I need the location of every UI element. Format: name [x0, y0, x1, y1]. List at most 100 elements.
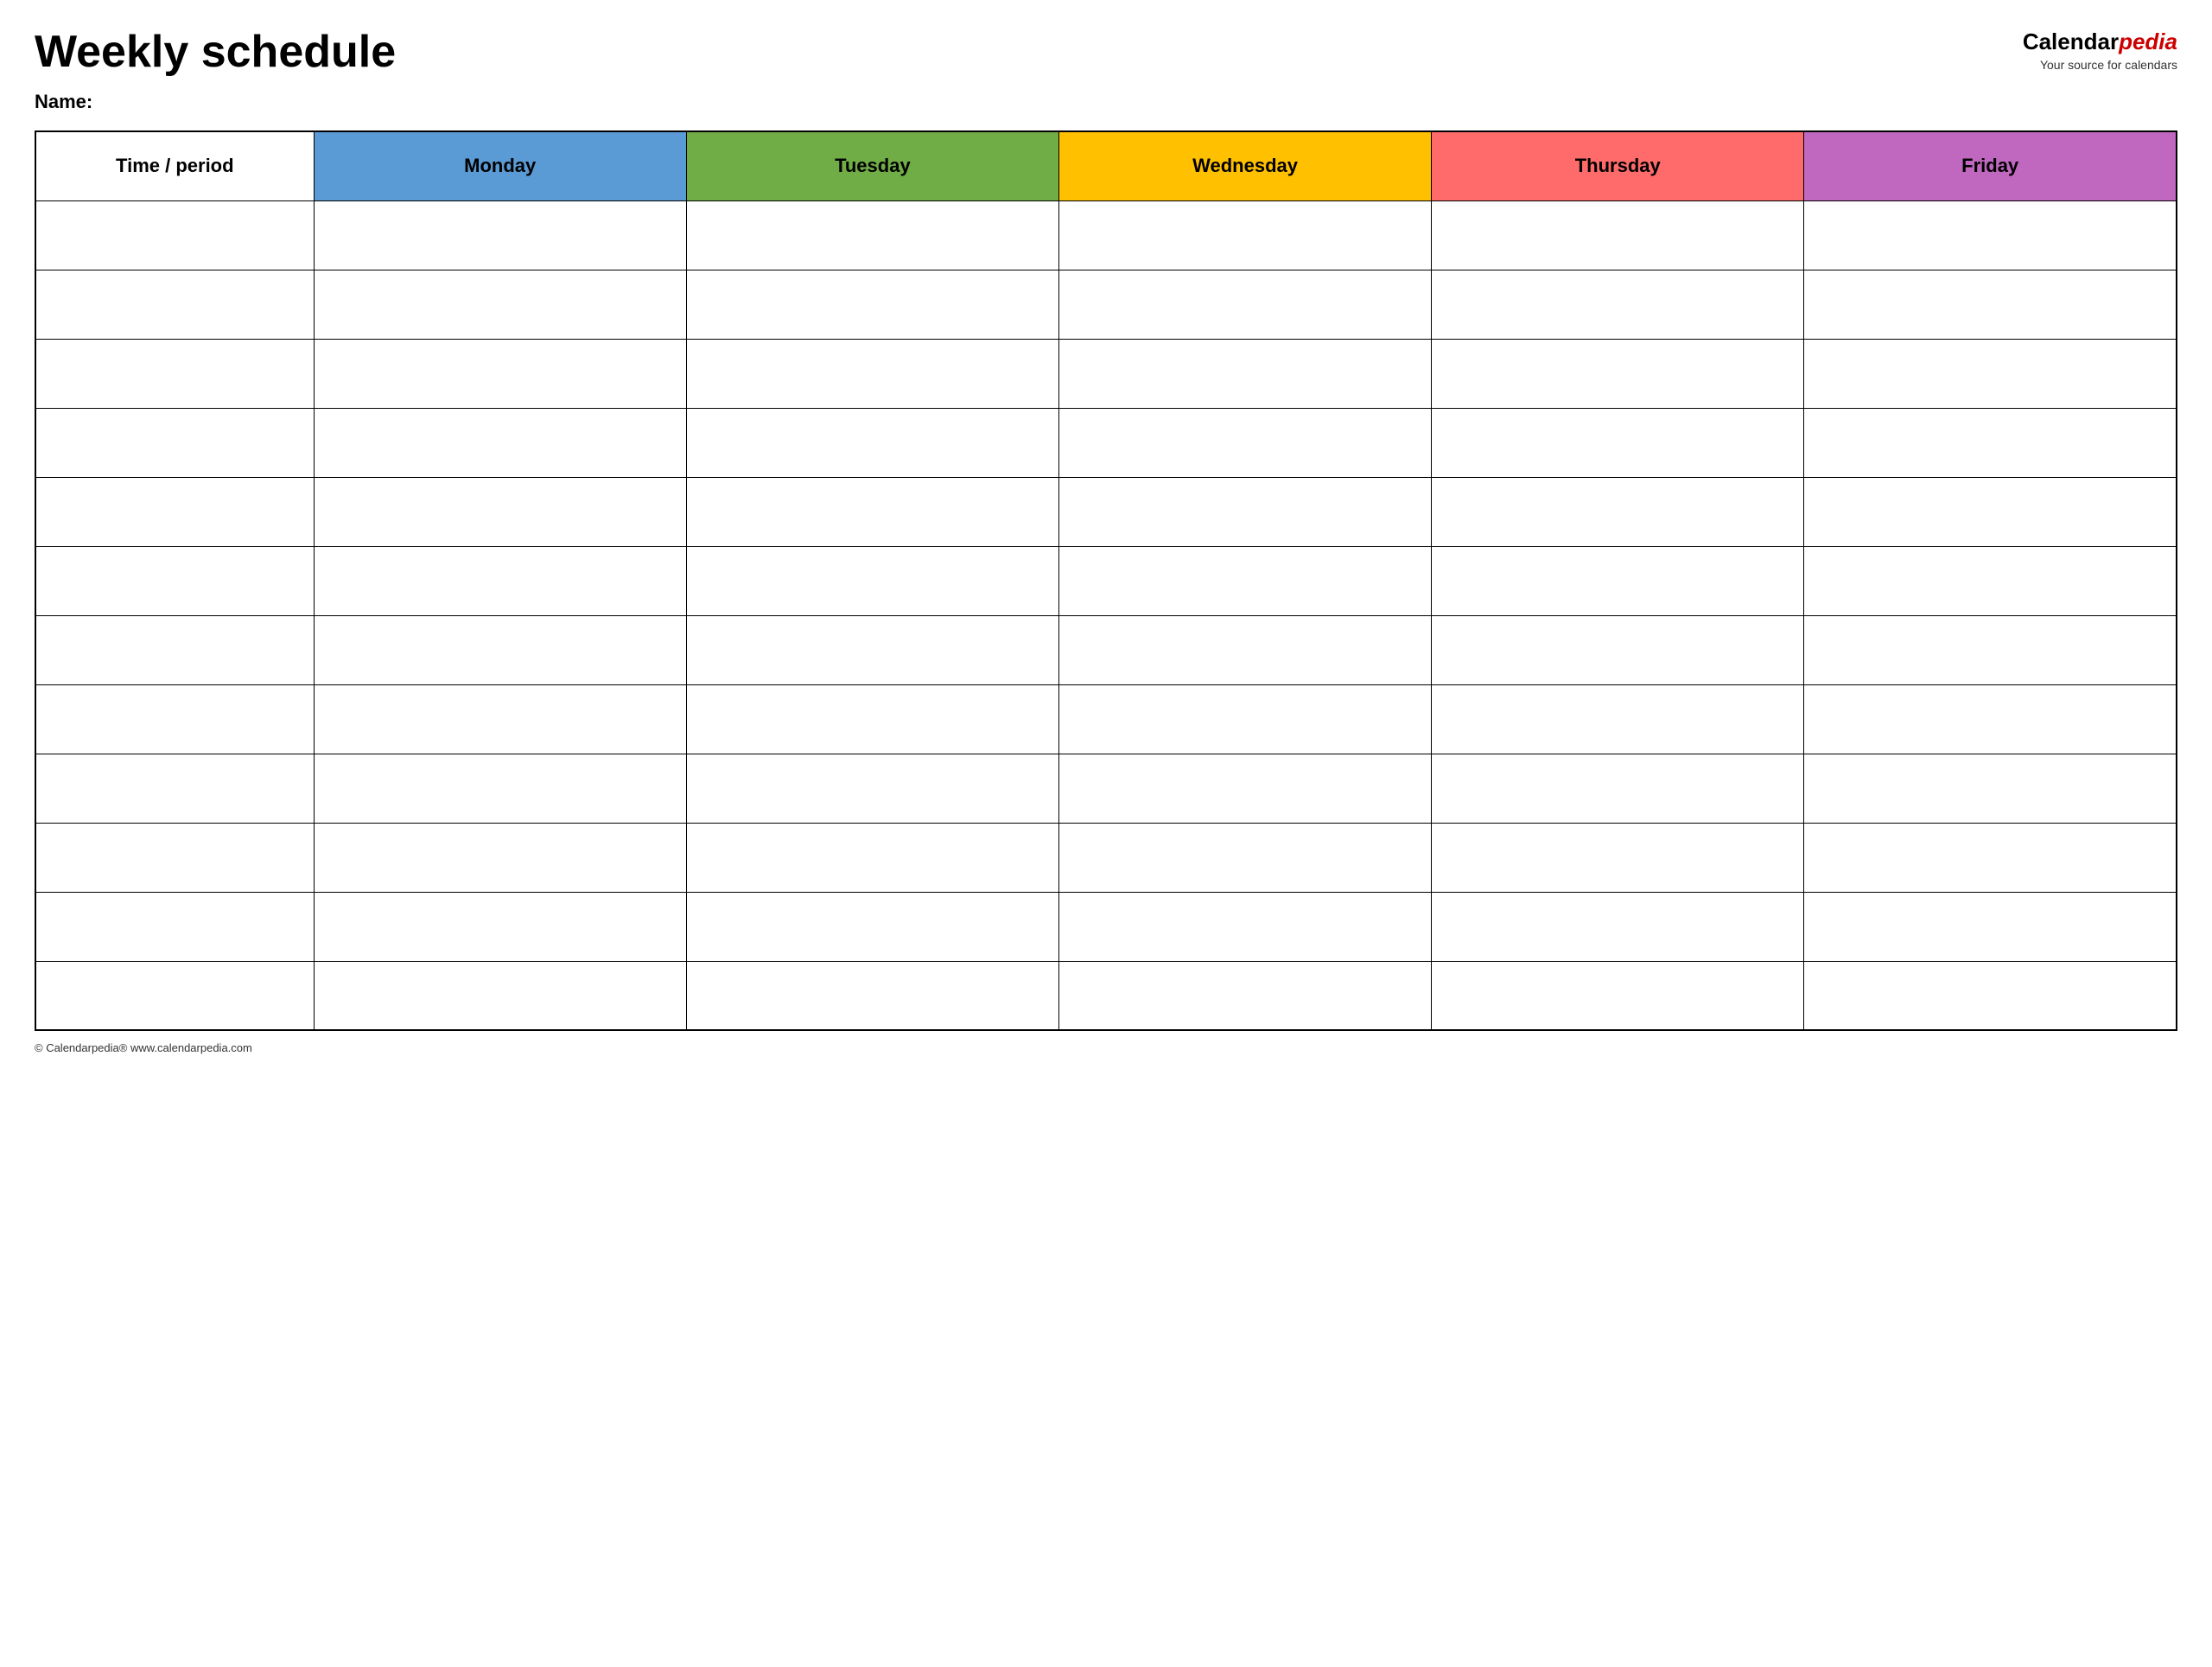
table-row — [35, 615, 2177, 684]
brand-calendar-text: Calendar — [2023, 29, 2119, 54]
schedule-cell[interactable] — [1804, 754, 2177, 823]
table-row — [35, 892, 2177, 961]
schedule-body — [35, 200, 2177, 1030]
brand-name: Calendarpedia — [2023, 28, 2177, 57]
schedule-cell[interactable] — [1058, 270, 1431, 339]
schedule-cell[interactable] — [1432, 823, 1804, 892]
schedule-cell[interactable] — [1058, 961, 1431, 1030]
table-row — [35, 270, 2177, 339]
schedule-cell[interactable] — [314, 200, 686, 270]
schedule-cell[interactable] — [1804, 546, 2177, 615]
time-cell[interactable] — [35, 339, 314, 408]
footer-text: © Calendarpedia® www.calendarpedia.com — [35, 1041, 252, 1054]
schedule-cell[interactable] — [1058, 823, 1431, 892]
schedule-cell[interactable] — [314, 823, 686, 892]
schedule-cell[interactable] — [1804, 477, 2177, 546]
schedule-cell[interactable] — [686, 754, 1058, 823]
schedule-cell[interactable] — [1804, 408, 2177, 477]
schedule-cell[interactable] — [686, 408, 1058, 477]
time-cell[interactable] — [35, 270, 314, 339]
schedule-cell[interactable] — [1058, 477, 1431, 546]
schedule-cell[interactable] — [314, 477, 686, 546]
schedule-cell[interactable] — [1058, 546, 1431, 615]
col-header-wednesday: Wednesday — [1058, 131, 1431, 200]
schedule-cell[interactable] — [1058, 615, 1431, 684]
schedule-cell[interactable] — [1432, 270, 1804, 339]
table-row — [35, 408, 2177, 477]
table-row — [35, 961, 2177, 1030]
schedule-cell[interactable] — [686, 546, 1058, 615]
time-cell[interactable] — [35, 892, 314, 961]
schedule-cell[interactable] — [314, 961, 686, 1030]
schedule-cell[interactable] — [686, 270, 1058, 339]
brand-pedia-text: pedia — [2119, 29, 2177, 54]
schedule-cell[interactable] — [1432, 477, 1804, 546]
schedule-cell[interactable] — [1058, 408, 1431, 477]
schedule-cell[interactable] — [1058, 754, 1431, 823]
schedule-cell[interactable] — [1432, 408, 1804, 477]
table-row — [35, 339, 2177, 408]
schedule-cell[interactable] — [686, 477, 1058, 546]
schedule-cell[interactable] — [1804, 339, 2177, 408]
schedule-cell[interactable] — [1804, 892, 2177, 961]
time-cell[interactable] — [35, 823, 314, 892]
page-header: Weekly schedule Calendarpedia Your sourc… — [35, 28, 2177, 77]
brand-tagline: Your source for calendars — [2023, 57, 2177, 73]
schedule-cell[interactable] — [1058, 892, 1431, 961]
schedule-cell[interactable] — [1432, 546, 1804, 615]
col-header-time: Time / period — [35, 131, 314, 200]
table-header-row: Time / period Monday Tuesday Wednesday T… — [35, 131, 2177, 200]
schedule-cell[interactable] — [1432, 200, 1804, 270]
col-header-monday: Monday — [314, 131, 686, 200]
schedule-cell[interactable] — [1432, 615, 1804, 684]
table-row — [35, 477, 2177, 546]
schedule-cell[interactable] — [314, 892, 686, 961]
table-row — [35, 200, 2177, 270]
schedule-cell[interactable] — [1432, 754, 1804, 823]
schedule-cell[interactable] — [314, 546, 686, 615]
footer: © Calendarpedia® www.calendarpedia.com — [35, 1041, 2177, 1054]
schedule-cell[interactable] — [1432, 684, 1804, 754]
schedule-cell[interactable] — [1804, 823, 2177, 892]
time-cell[interactable] — [35, 546, 314, 615]
schedule-cell[interactable] — [1804, 684, 2177, 754]
schedule-cell[interactable] — [1058, 200, 1431, 270]
schedule-cell[interactable] — [1432, 339, 1804, 408]
schedule-cell[interactable] — [686, 823, 1058, 892]
time-cell[interactable] — [35, 408, 314, 477]
time-cell[interactable] — [35, 754, 314, 823]
brand-logo: Calendarpedia Your source for calendars — [2023, 28, 2177, 73]
page-title: Weekly schedule — [35, 28, 396, 77]
time-cell[interactable] — [35, 477, 314, 546]
schedule-cell[interactable] — [1058, 339, 1431, 408]
schedule-cell[interactable] — [1804, 961, 2177, 1030]
time-cell[interactable] — [35, 684, 314, 754]
col-header-thursday: Thursday — [1432, 131, 1804, 200]
schedule-cell[interactable] — [314, 754, 686, 823]
schedule-cell[interactable] — [686, 892, 1058, 961]
schedule-cell[interactable] — [314, 270, 686, 339]
schedule-cell[interactable] — [686, 684, 1058, 754]
schedule-cell[interactable] — [314, 408, 686, 477]
table-row — [35, 546, 2177, 615]
schedule-cell[interactable] — [314, 339, 686, 408]
schedule-cell[interactable] — [1058, 684, 1431, 754]
time-cell[interactable] — [35, 200, 314, 270]
time-cell[interactable] — [35, 961, 314, 1030]
schedule-cell[interactable] — [314, 615, 686, 684]
table-row — [35, 823, 2177, 892]
schedule-cell[interactable] — [314, 684, 686, 754]
name-label: Name: — [35, 91, 2177, 113]
schedule-cell[interactable] — [1432, 892, 1804, 961]
schedule-cell[interactable] — [686, 200, 1058, 270]
time-cell[interactable] — [35, 615, 314, 684]
schedule-cell[interactable] — [686, 615, 1058, 684]
schedule-cell[interactable] — [1804, 200, 2177, 270]
schedule-cell[interactable] — [1432, 961, 1804, 1030]
table-row — [35, 754, 2177, 823]
schedule-cell[interactable] — [1804, 615, 2177, 684]
table-row — [35, 684, 2177, 754]
schedule-cell[interactable] — [1804, 270, 2177, 339]
schedule-cell[interactable] — [686, 961, 1058, 1030]
schedule-cell[interactable] — [686, 339, 1058, 408]
